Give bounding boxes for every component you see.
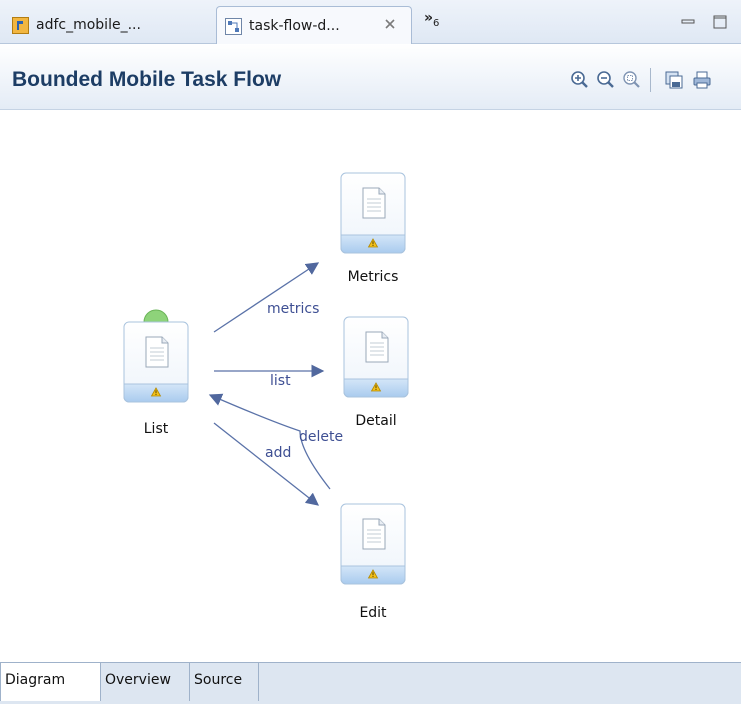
- file-icon: [12, 16, 29, 34]
- default-activity-marker: [143, 309, 169, 323]
- overflow-count: 6: [433, 17, 440, 29]
- zoom-out-icon[interactable]: [596, 70, 616, 90]
- close-icon[interactable]: [383, 17, 397, 31]
- minimize-icon[interactable]: [680, 14, 696, 30]
- editor-tab-strip: adfc_mobile_... task-flow-d... »6: [0, 0, 741, 45]
- overflow-icon: »: [424, 10, 434, 26]
- zoom-fit-icon[interactable]: [622, 70, 642, 90]
- edge-label-add: add: [265, 445, 292, 461]
- tab-label: adfc_mobile_...: [36, 17, 141, 33]
- tab-source[interactable]: Source: [190, 663, 259, 701]
- tab-adfc-mobile[interactable]: adfc_mobile_...: [4, 6, 210, 44]
- diagram-header: Bounded Mobile Task Flow: [0, 44, 741, 110]
- zoom-in-icon[interactable]: [570, 70, 590, 90]
- activity-list[interactable]: [123, 321, 189, 403]
- task-flow-icon: [225, 17, 242, 35]
- save-image-icon[interactable]: [664, 70, 684, 90]
- toolbar-separator: [650, 68, 651, 92]
- activity-edit[interactable]: [340, 503, 406, 585]
- node-label-edit: Edit: [359, 605, 387, 621]
- edge-label-delete: delete: [299, 429, 344, 445]
- tab-label: task-flow-d...: [249, 18, 340, 34]
- edge-label-list: list: [270, 373, 291, 389]
- node-label-list: List: [143, 421, 169, 437]
- editor-bottom-tabs: Diagram Overview Source: [0, 662, 741, 704]
- tab-overview[interactable]: Overview: [101, 663, 190, 701]
- print-icon[interactable]: [692, 70, 712, 90]
- diagram-svg: [123, 172, 409, 585]
- node-label-metrics: Metrics: [347, 269, 399, 285]
- tab-task-flow[interactable]: task-flow-d...: [216, 6, 412, 45]
- diagram-canvas[interactable]: List Metrics Detail Edit metrics list ad…: [0, 111, 741, 662]
- edge-metrics[interactable]: [213, 262, 320, 333]
- activity-metrics[interactable]: [340, 172, 406, 254]
- tab-overflow-button[interactable]: »6: [424, 10, 439, 29]
- page-title: Bounded Mobile Task Flow: [12, 68, 282, 91]
- tab-diagram[interactable]: Diagram: [0, 663, 101, 701]
- maximize-icon[interactable]: [712, 14, 728, 30]
- node-label-detail: Detail: [355, 413, 397, 429]
- activity-detail[interactable]: [343, 316, 409, 398]
- edge-label-metrics: metrics: [267, 301, 320, 317]
